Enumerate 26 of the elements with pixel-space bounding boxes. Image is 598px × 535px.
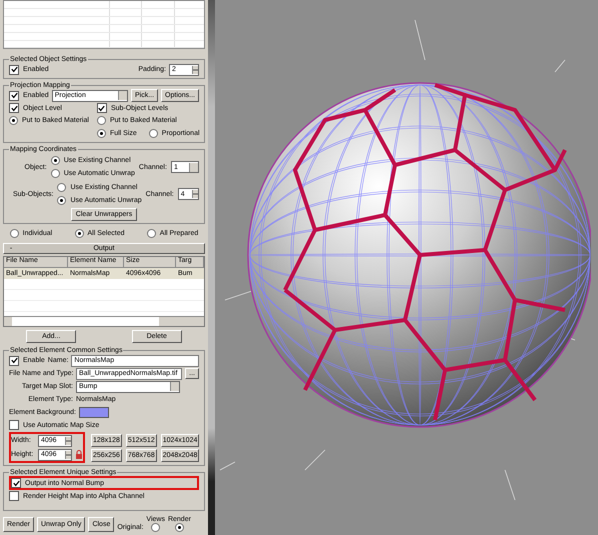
radio-button[interactable] xyxy=(74,229,84,238)
radio-button[interactable] xyxy=(174,523,184,532)
checkbox[interactable] xyxy=(9,420,19,430)
radio-button[interactable] xyxy=(151,523,160,532)
vertical-scrollbar[interactable] xyxy=(208,0,215,535)
checkbox[interactable] xyxy=(9,64,19,75)
checkbox[interactable] xyxy=(9,103,19,114)
object-list[interactable] xyxy=(3,0,205,50)
checkbox[interactable] xyxy=(96,103,107,114)
radio-button[interactable] xyxy=(50,169,60,178)
checkbox[interactable] xyxy=(9,356,19,366)
lock-icon[interactable] xyxy=(75,450,83,460)
checkbox[interactable] xyxy=(9,90,19,101)
radio-button[interactable] xyxy=(57,196,66,206)
horizontal-scrollbar[interactable] xyxy=(4,316,204,326)
radio-button[interactable] xyxy=(96,129,106,138)
radio-button[interactable] xyxy=(146,229,156,238)
radio-button[interactable] xyxy=(96,116,106,126)
color-swatch[interactable] xyxy=(78,407,109,418)
radio-button[interactable] xyxy=(9,116,18,126)
radio-button[interactable] xyxy=(50,156,60,166)
radio-button[interactable] xyxy=(148,129,158,138)
radio-button[interactable] xyxy=(57,183,66,192)
radio-button[interactable] xyxy=(10,229,19,238)
checkbox[interactable] xyxy=(11,478,21,488)
checkbox[interactable] xyxy=(9,491,19,502)
